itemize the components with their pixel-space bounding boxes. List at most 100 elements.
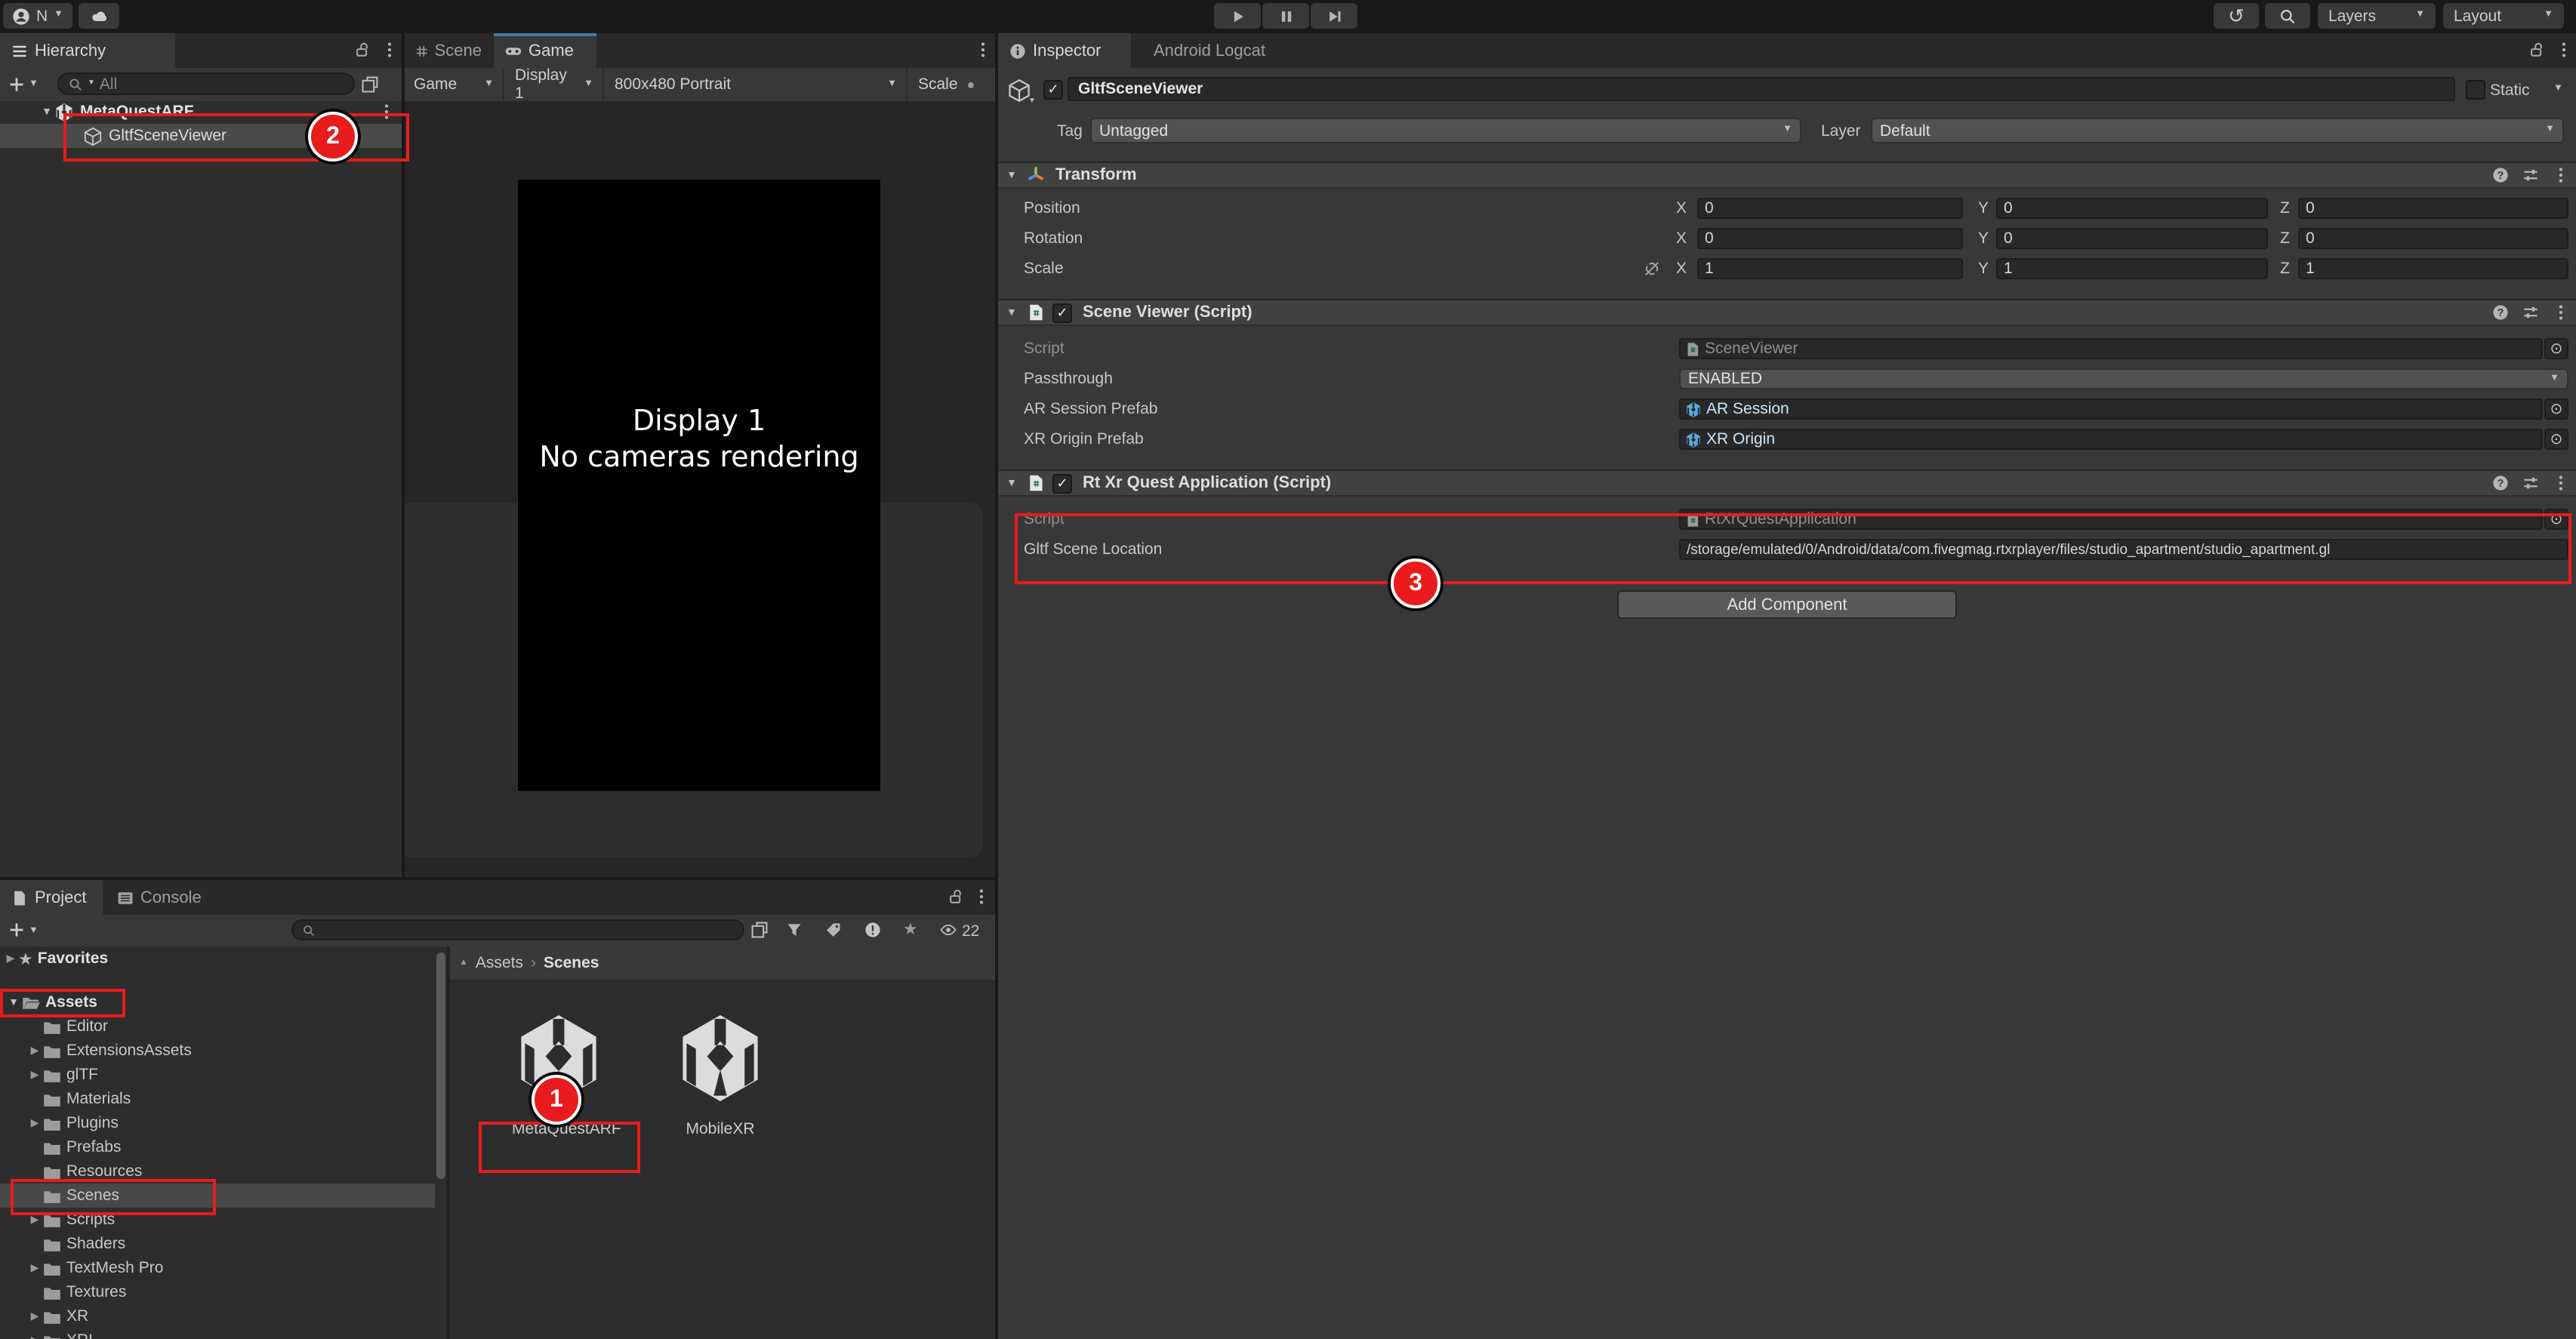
account-button[interactable]: N ▼ [3,3,72,29]
expander-icon[interactable]: ▶ [27,1069,42,1081]
expander-icon[interactable]: ▶ [27,1117,42,1129]
foldout-icon[interactable]: ▼ [1004,478,1019,488]
layer-dropdown[interactable]: Default ▼ [1871,118,2564,143]
tab-game[interactable]: Game [494,33,596,68]
project-folder-gltf[interactable]: ▶glTF [0,1063,435,1087]
kebab-menu-icon[interactable] [2552,303,2570,322]
axis-field-y[interactable]: 0 [1996,198,2268,219]
project-folder-prefabs[interactable]: Prefabs [0,1135,435,1159]
help-icon[interactable] [2491,303,2510,322]
project-folder-plugins[interactable]: ▶Plugins [0,1111,435,1135]
prefab-object-field[interactable]: XR Origin [1679,429,2543,450]
lock-icon[interactable] [2528,41,2546,59]
scale-slider[interactable]: Scale ● [909,68,995,101]
rt-xr-quest-header[interactable]: ▼ ✓ Rt Xr Quest Application (Script) [998,469,2576,497]
lock-icon[interactable] [353,41,371,59]
static-checkbox[interactable] [2466,80,2485,100]
tab-console[interactable]: Console [106,880,214,915]
tab-android-logcat[interactable]: Android Logcat [1143,33,1294,68]
component-enabled-checkbox[interactable]: ✓ [1052,473,1072,493]
search-by-type-icon[interactable] [785,921,803,939]
kebab-menu-icon[interactable] [2555,41,2573,59]
presets-icon[interactable] [2522,166,2540,184]
favorites-star-icon[interactable]: ★ [903,919,918,939]
axis-field-x[interactable]: 0 [1697,198,1963,219]
project-folder-textures[interactable]: Textures [0,1280,435,1304]
add-component-button[interactable]: Add Component [1617,590,1957,619]
prefab-object-field[interactable]: AR Session [1679,399,2543,420]
hierarchy-search-input[interactable]: ▼ All [57,72,355,95]
chevron-down-icon[interactable]: ▼ [29,80,39,90]
game-mode-dropdown[interactable]: Game ▼ [405,68,504,101]
breadcrumb-assets[interactable]: Assets [476,954,523,972]
search-by-label-icon[interactable] [824,921,843,939]
pause-button[interactable] [1262,3,1309,29]
object-picker-icon[interactable]: ⊙ [2544,338,2568,359]
tab-inspector[interactable]: Inspector [998,33,1131,68]
open-new-window-icon[interactable] [361,75,379,94]
project-folder-xri[interactable]: ▶XRI [0,1328,435,1339]
axis-field-z[interactable]: 0 [2298,198,2568,219]
axis-field-x[interactable]: 1 [1697,258,1963,279]
step-button[interactable] [1311,3,1357,29]
project-folder-shaders[interactable]: Shaders [0,1232,435,1256]
object-picker-icon[interactable]: ⊙ [2544,399,2568,420]
layout-dropdown[interactable]: Layout ▼ [2443,3,2564,29]
expander-icon[interactable]: ▼ [39,106,54,117]
layers-dropdown[interactable]: Layers ▼ [2318,3,2436,29]
project-folder-editor[interactable]: Editor [0,1014,435,1039]
object-picker-icon[interactable]: ⊙ [2544,429,2568,450]
chevron-down-icon[interactable]: ▼ [2553,85,2563,94]
help-icon[interactable] [2491,474,2510,492]
project-search-input[interactable] [291,919,744,940]
display-dropdown[interactable]: Display 1 ▼ [506,68,604,101]
expander-icon[interactable]: ▶ [27,1310,42,1322]
project-folder-extensionsassets[interactable]: ▶ExtensionsAssets [0,1039,435,1063]
open-new-window-icon[interactable] [750,921,769,939]
kebab-menu-icon[interactable] [972,888,991,906]
search-importlog-icon[interactable] [864,921,882,939]
resolution-dropdown[interactable]: 800x480 Portrait ▼ [605,68,907,101]
foldout-icon[interactable]: ▼ [1004,307,1019,318]
kebab-menu-icon[interactable] [381,41,399,59]
expander-icon[interactable]: ▶ [27,1334,42,1339]
enum-dropdown[interactable]: ENABLED▼ [1679,368,2568,389]
axis-field-x[interactable]: 0 [1697,228,1963,249]
axis-field-y[interactable]: 1 [1996,258,2268,279]
axis-field-z[interactable]: 0 [2298,228,2568,249]
gameobject-name-field[interactable]: GltfSceneViewer [1068,77,2455,101]
create-plus-icon[interactable] [8,921,26,939]
axis-field-y[interactable]: 0 [1996,228,2268,249]
project-folder-xr[interactable]: ▶XR [0,1304,435,1328]
presets-icon[interactable] [2522,303,2540,322]
search-button[interactable] [2265,3,2310,29]
axis-field-z[interactable]: 1 [2298,258,2568,279]
tab-project[interactable]: Project [0,880,103,915]
kebab-menu-icon[interactable] [974,41,992,59]
lock-icon[interactable] [947,888,965,906]
collapse-icon[interactable]: ▲ [459,959,468,968]
tag-dropdown[interactable]: Untagged ▼ [1090,118,1801,143]
play-button[interactable] [1214,3,1261,29]
tree-scrollbar[interactable] [436,953,445,1179]
kebab-menu-icon[interactable] [2552,474,2570,492]
project-folder-textmesh-pro[interactable]: ▶TextMesh Pro [0,1256,435,1280]
expander-icon[interactable]: ▶ [3,953,18,965]
component-enabled-checkbox[interactable]: ✓ [1052,303,1072,322]
asset-item-mobilexr[interactable]: MobileXR [673,1011,767,1138]
project-folder-materials[interactable]: Materials [0,1087,435,1111]
transform-header[interactable]: ▼ Transform [998,162,2576,189]
expander-icon[interactable]: ▶ [27,1214,42,1226]
create-plus-icon[interactable] [8,75,26,94]
cloud-button[interactable] [79,3,119,29]
tab-scene[interactable]: Scene [405,33,492,68]
expander-icon[interactable]: ▶ [27,1262,42,1274]
chevron-down-icon[interactable]: ▼ [29,927,39,937]
undo-history-button[interactable]: ↺ [2214,3,2259,29]
presets-icon[interactable] [2522,474,2540,492]
help-icon[interactable] [2491,166,2510,184]
scene-viewer-header[interactable]: ▼ ✓ Scene Viewer (Script) [998,299,2576,326]
breadcrumb-scenes[interactable]: Scenes [544,954,599,972]
favorites-item[interactable]: ▶ ★ Favorites [0,947,435,971]
visibility-eye-icon[interactable] [939,921,957,939]
